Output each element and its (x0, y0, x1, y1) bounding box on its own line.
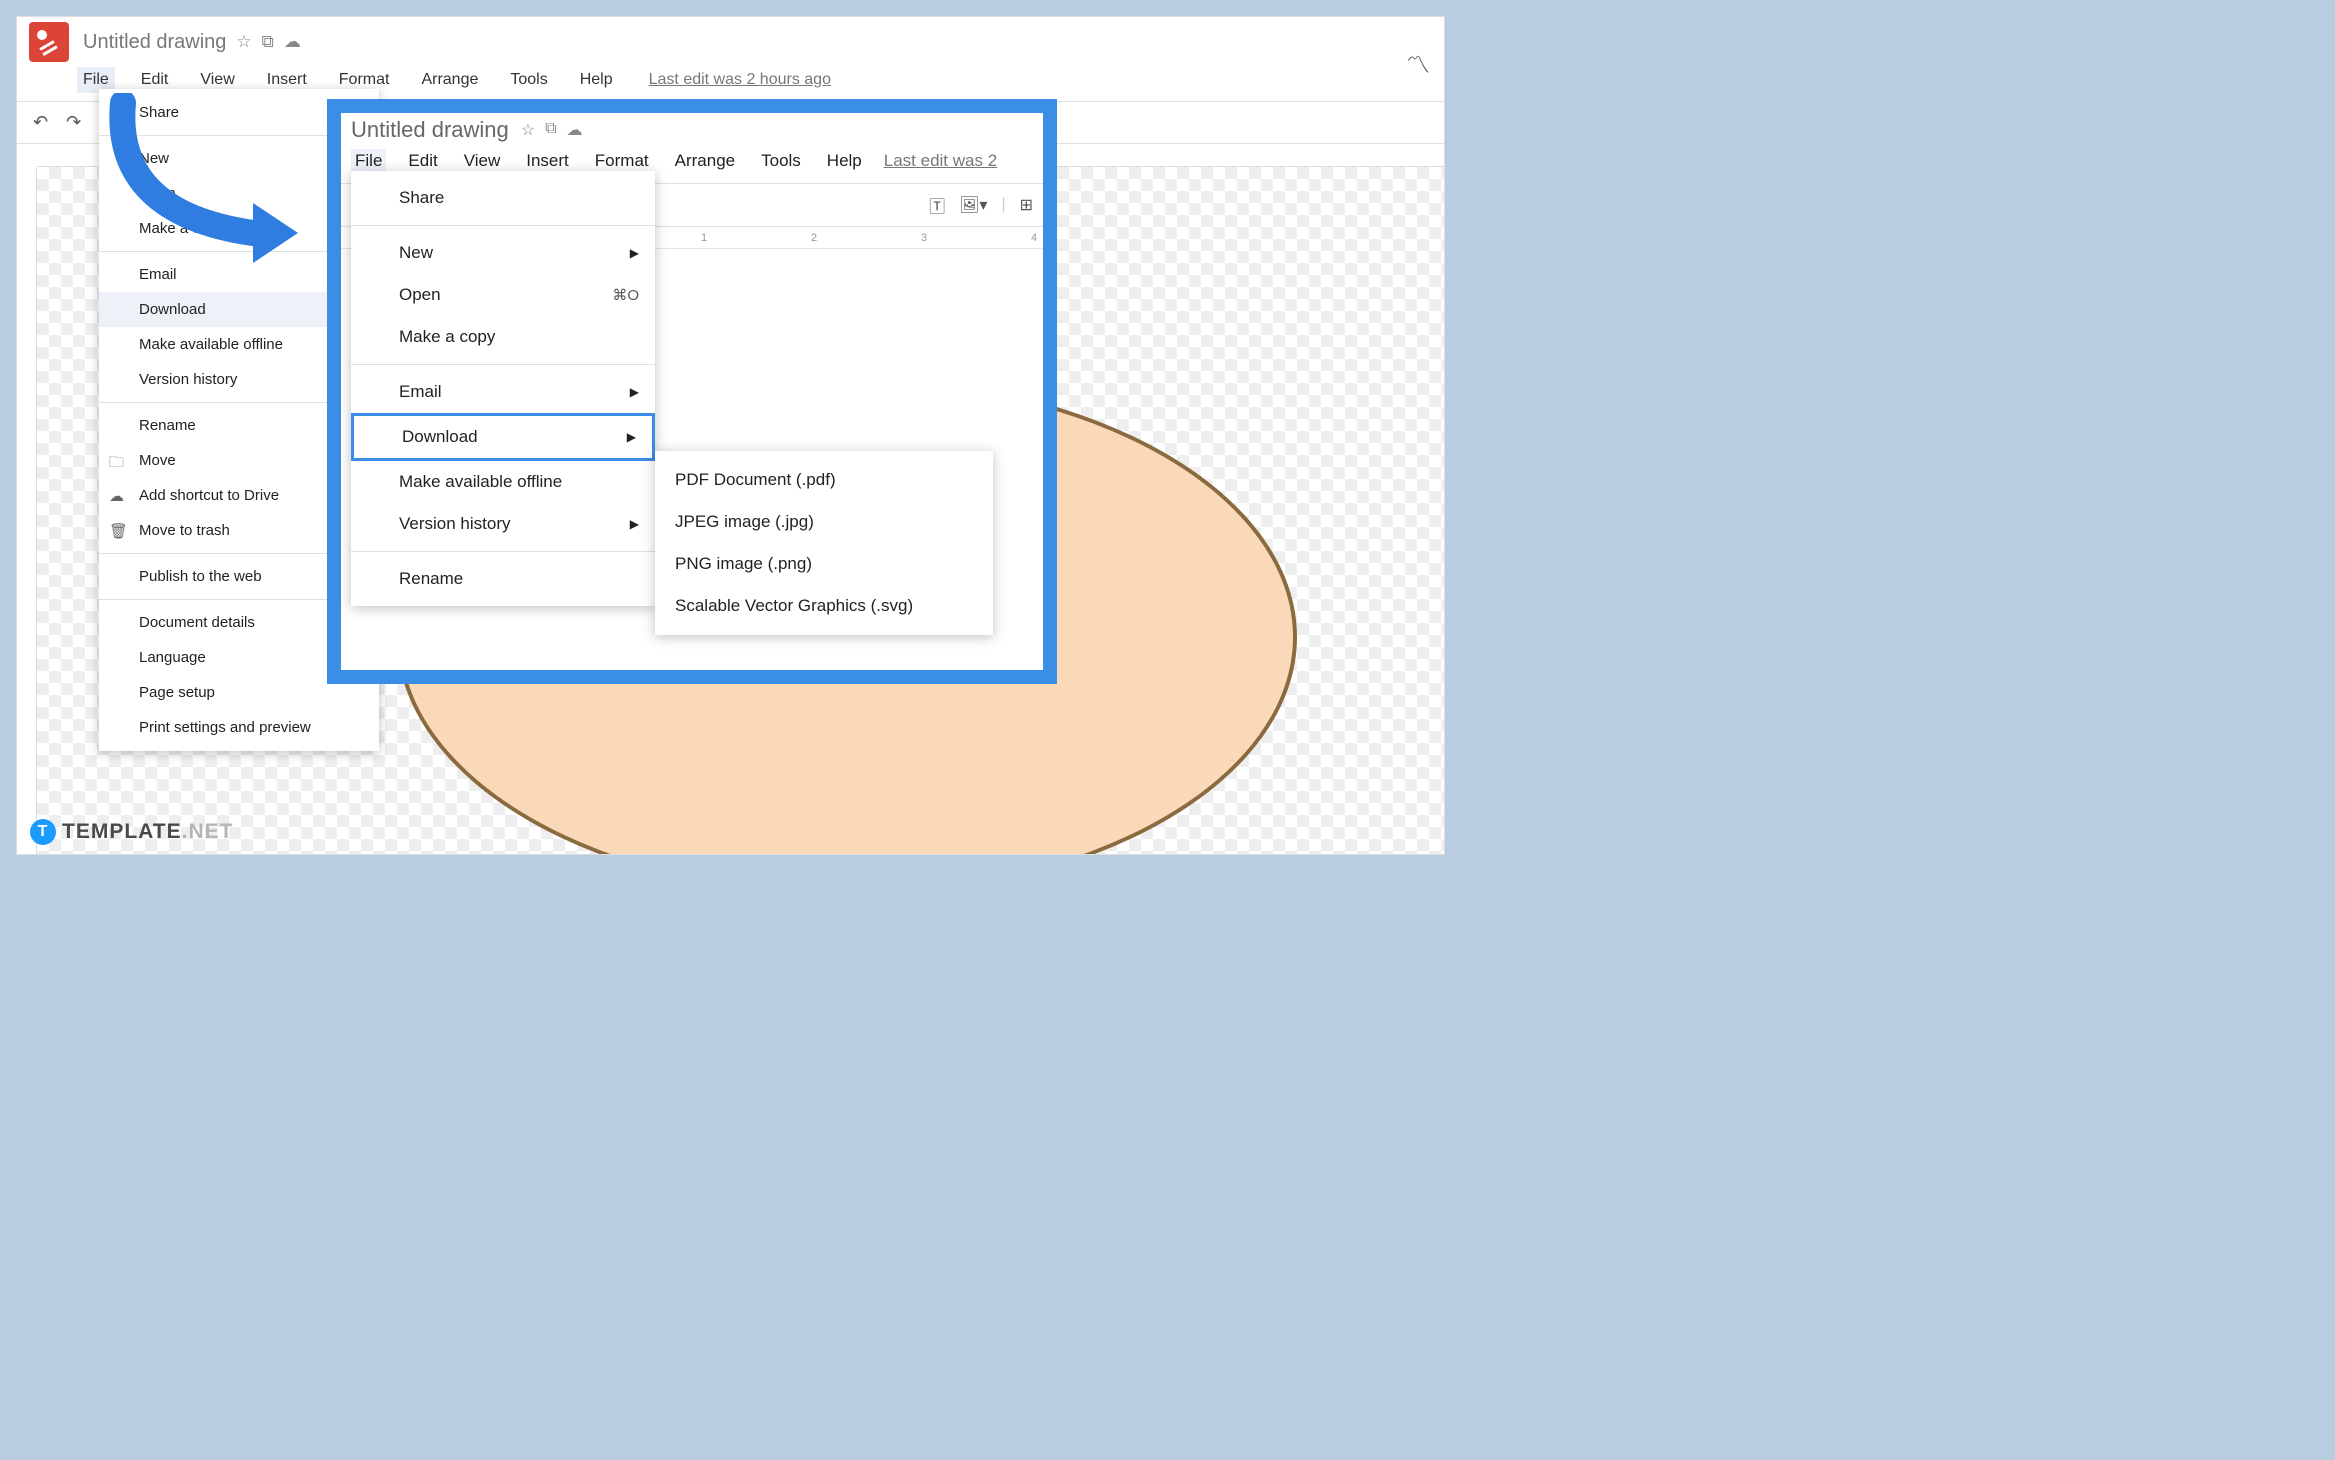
watermark-text-2: .NET (182, 820, 234, 844)
download-png[interactable]: PNG image (.png) (655, 543, 993, 585)
zoom-overlay: Untitled drawing ☆ ⧉ ☁ File Edit View In… (327, 99, 1057, 684)
ov-menu-edit[interactable]: Edit (404, 149, 441, 173)
menu-arrange[interactable]: Arrange (415, 67, 484, 93)
ov-menu-arrange[interactable]: Arrange (671, 149, 739, 173)
watermark-logo-icon: T (30, 819, 56, 845)
overlay-file-menu: Share New▶ Open⌘O Make a copy Email▶ Dow… (351, 171, 655, 606)
app-frame: Untitled drawing ☆ ⧉ ☁ 〽 File Edit View … (16, 16, 1445, 855)
title-icons: ☆ ⧉ ☁ (236, 32, 300, 52)
redo-icon[interactable]: ↷ (62, 108, 85, 137)
shortcut-icon: ☁ (109, 487, 124, 505)
trash-icon: 🗑 (109, 522, 128, 540)
download-pdf[interactable]: PDF Document (.pdf) (655, 459, 993, 501)
ov-menu-format[interactable]: Format (591, 149, 653, 173)
ov-file-offline[interactable]: Make available offline (351, 461, 655, 503)
menu-help[interactable]: Help (574, 67, 619, 93)
image-icon[interactable]: 🖼▾ (959, 195, 987, 215)
ov-file-make-copy[interactable]: Make a copy (351, 316, 655, 358)
cloud-status-icon[interactable]: ☁ (567, 120, 583, 140)
overlay-title-bar: Untitled drawing ☆ ⧉ ☁ (341, 113, 1043, 145)
download-submenu: PDF Document (.pdf) JPEG image (.jpg) PN… (655, 451, 993, 635)
comment-icon[interactable]: ⊞ (1020, 195, 1033, 215)
ov-file-rename[interactable]: Rename (351, 558, 655, 600)
ov-menu-tools[interactable]: Tools (757, 149, 805, 173)
textbox-icon[interactable]: 🅃 (929, 193, 945, 217)
overlay-doc-title[interactable]: Untitled drawing (351, 117, 509, 143)
cloud-status-icon[interactable]: ☁ (284, 32, 301, 52)
watermark: T TEMPLATE.NET (30, 819, 233, 845)
document-title[interactable]: Untitled drawing (83, 31, 226, 54)
ruler-vertical (17, 167, 37, 854)
ov-menu-file[interactable]: File (351, 149, 386, 173)
star-icon[interactable]: ☆ (236, 32, 251, 52)
overlay-last-edit[interactable]: Last edit was 2 (884, 151, 997, 171)
title-bar: Untitled drawing ☆ ⧉ ☁ 〽 (17, 17, 1444, 61)
callout-arrow-icon (103, 93, 303, 273)
last-edit-link[interactable]: Last edit was 2 hours ago (649, 71, 831, 89)
menu-tools[interactable]: Tools (504, 67, 553, 93)
ov-menu-insert[interactable]: Insert (522, 149, 573, 173)
ov-file-open[interactable]: Open⌘O (351, 274, 655, 316)
activity-icon[interactable]: 〽 (1406, 45, 1430, 80)
watermark-text-1: TEMPLATE (62, 820, 182, 844)
ov-file-download[interactable]: Download▶ (351, 413, 655, 461)
download-svg[interactable]: Scalable Vector Graphics (.svg) (655, 585, 993, 627)
star-icon[interactable]: ☆ (521, 120, 535, 140)
move-to-folder-icon[interactable]: ⧉ (262, 32, 274, 52)
ov-file-share[interactable]: Share (351, 177, 655, 219)
ov-menu-view[interactable]: View (460, 149, 505, 173)
move-to-folder-icon[interactable]: ⧉ (545, 120, 556, 140)
drawings-logo-icon (29, 22, 69, 62)
download-jpg[interactable]: JPEG image (.jpg) (655, 501, 993, 543)
ov-menu-help[interactable]: Help (823, 149, 866, 173)
ov-file-email[interactable]: Email▶ (351, 371, 655, 413)
ov-file-new[interactable]: New▶ (351, 232, 655, 274)
undo-icon[interactable]: ↶ (29, 108, 52, 137)
file-print[interactable]: Print settings and preview (99, 710, 379, 745)
ov-file-version[interactable]: Version history▶ (351, 503, 655, 545)
folder-move-icon: 🗀 (109, 452, 124, 477)
overlay-title-icons: ☆ ⧉ ☁ (521, 120, 583, 140)
